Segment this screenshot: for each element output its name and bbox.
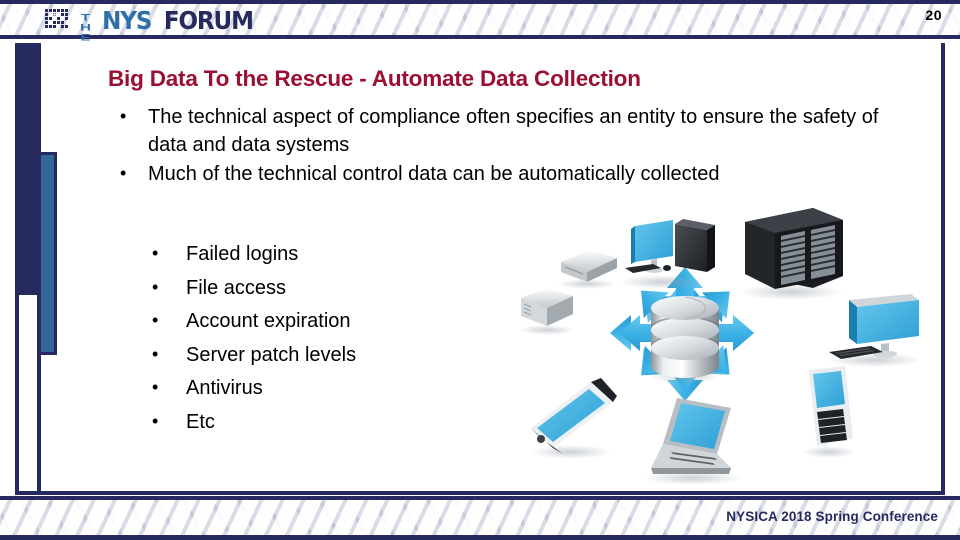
blackberry-phone-icon	[803, 366, 855, 458]
body-bullet-item: Much of the technical control data can b…	[106, 161, 906, 189]
diagram-canvas	[519, 208, 923, 485]
slide-title: Big Data To the Rescue - Automate Data C…	[108, 66, 641, 91]
sub-bullet-item: Server patch levels	[140, 339, 356, 373]
storage-appliance-icon	[557, 250, 617, 289]
footer-band: NYSICA 2018 Spring Conference	[0, 496, 960, 540]
sub-bullet-item: Failed logins	[140, 238, 356, 272]
network-switch-icon	[519, 288, 575, 335]
blue-accent-bar	[41, 152, 57, 355]
database-cylinder	[649, 296, 721, 384]
server-rack-icon	[739, 208, 843, 300]
smartphone-icon	[531, 378, 617, 459]
sub-bullet-list: Failed logins File access Account expira…	[140, 238, 356, 440]
left-frame-edge	[15, 295, 41, 495]
laptop-computer-icon	[643, 398, 743, 485]
nys-forum-logo: THE NYS FORUM	[45, 5, 257, 43]
pixel-grid-icon	[45, 9, 68, 28]
slide: THE NYS FORUM 20 Big Data To the Rescue …	[0, 0, 960, 540]
page-number: 20	[925, 7, 942, 23]
sub-bullet-item: File access	[140, 272, 356, 306]
sub-bullet-item: Etc	[140, 406, 356, 440]
desktop-computer-icon	[619, 219, 715, 289]
data-collection-diagram	[495, 198, 935, 498]
logo-word-forum: FORUM	[164, 5, 254, 35]
conference-footer-text: NYSICA 2018 Spring Conference	[726, 509, 938, 524]
sub-bullet-item: Account expiration	[140, 305, 356, 339]
logo-word-nys: NYS	[102, 5, 152, 35]
body-bullet-list: The technical aspect of compliance often…	[106, 104, 906, 189]
navy-accent-bar	[15, 43, 41, 295]
monitor-keyboard-icon	[827, 294, 923, 367]
sub-bullet-item: Antivirus	[140, 372, 356, 406]
logo-word-the: THE	[77, 12, 94, 43]
body-bullet-item: The technical aspect of compliance often…	[106, 104, 906, 160]
